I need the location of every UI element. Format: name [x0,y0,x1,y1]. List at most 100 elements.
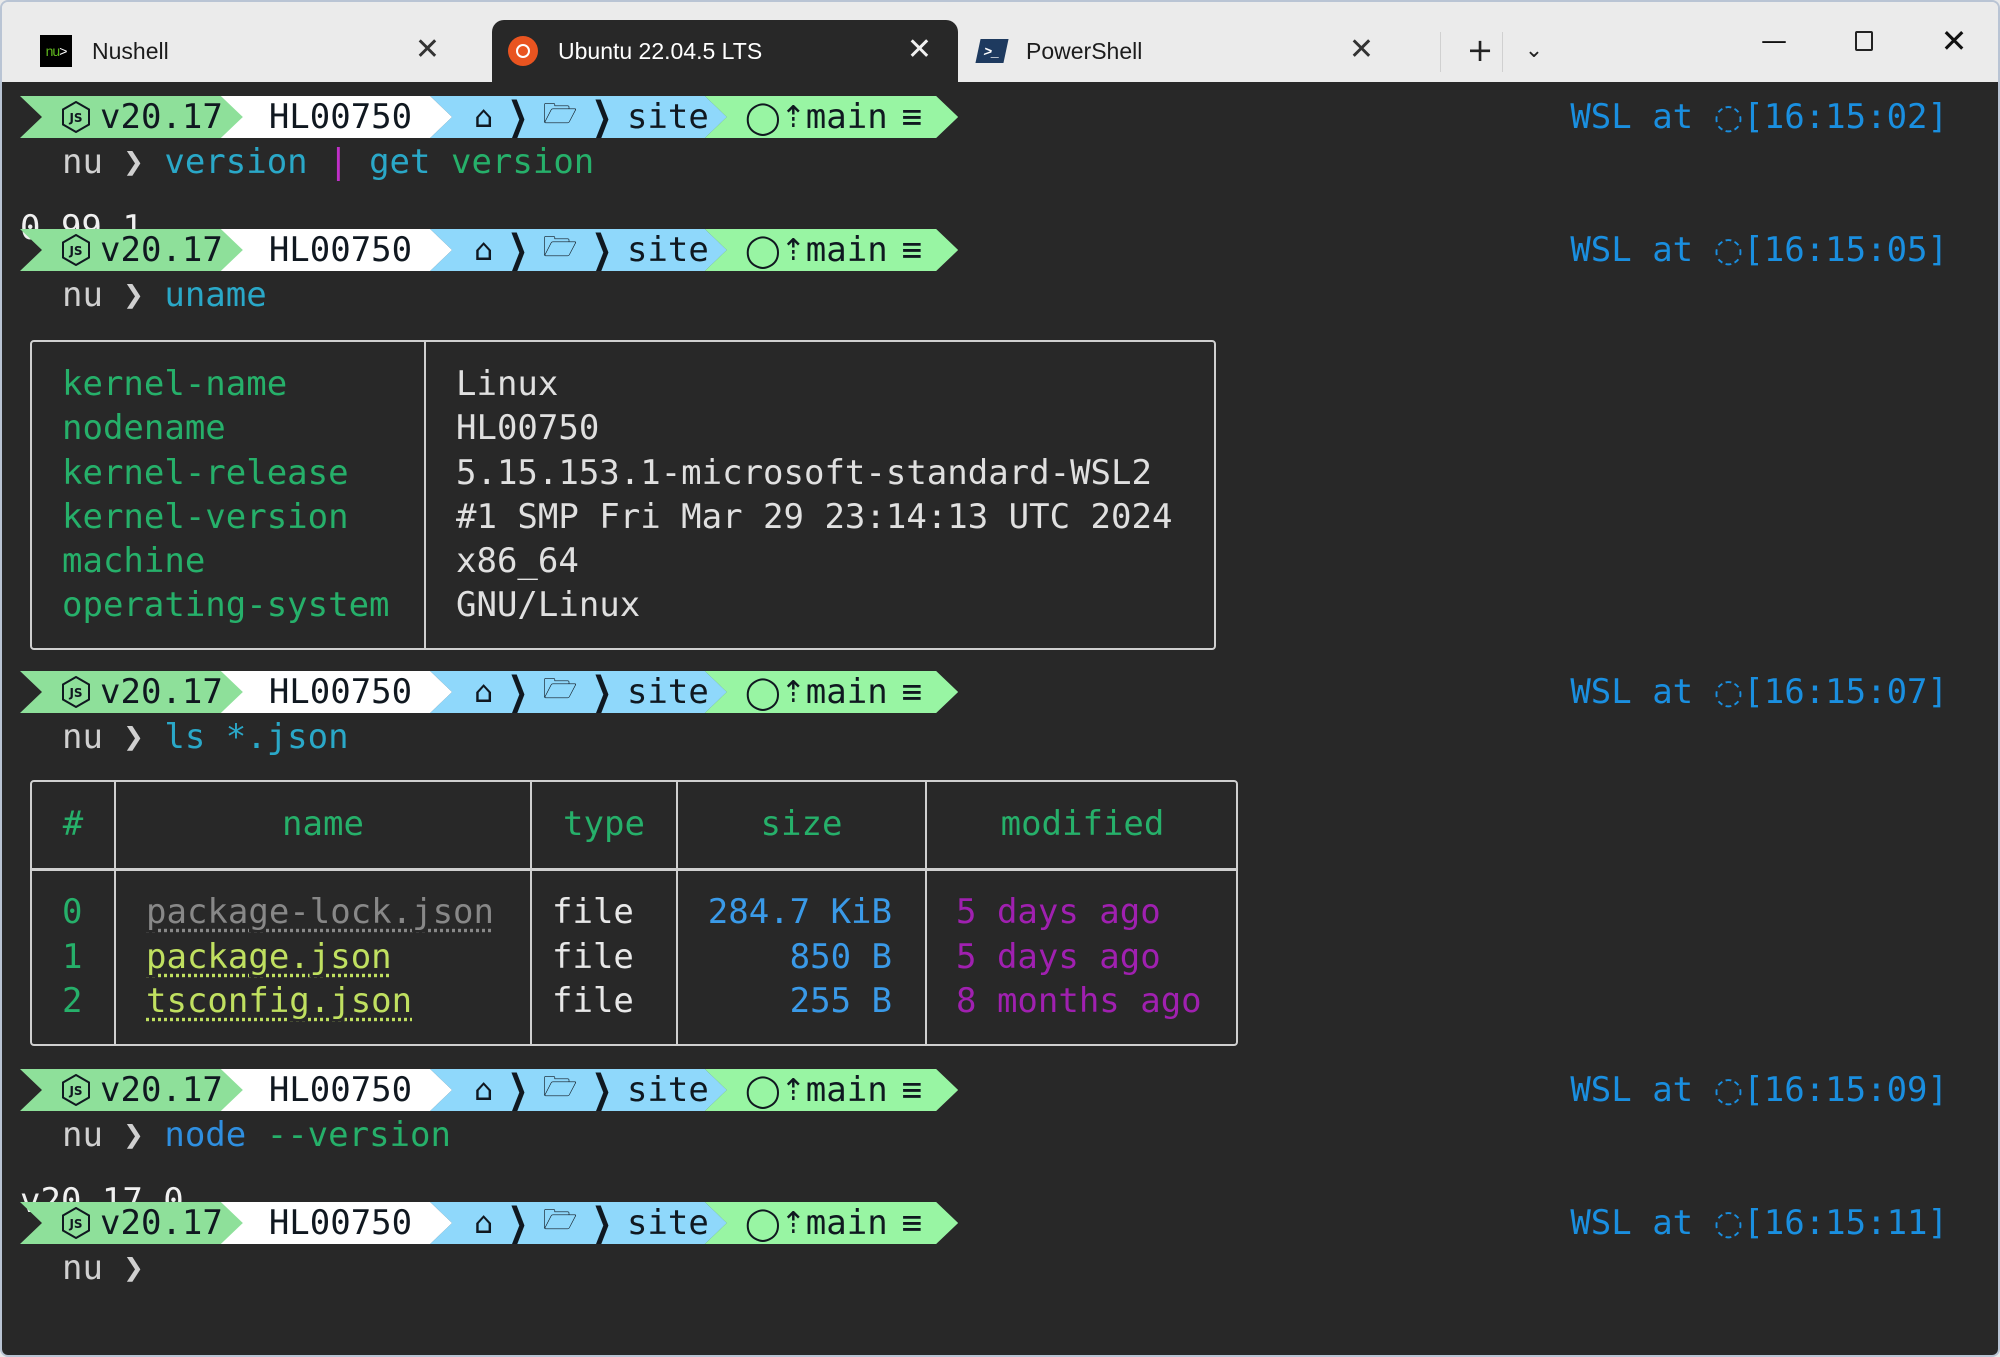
wsl-label: WSL at [1570,230,1714,270]
timestamp: [16:15:05] [1743,230,1948,270]
file-size: 284.7 KiB [707,892,892,932]
tab-dropdown-button[interactable]: ⌄ [1510,26,1558,74]
svg-text:JS: JS [68,1217,82,1231]
hostname: HL00750 [268,1203,413,1243]
wsl-label: WSL at [1570,1070,1714,1110]
nodejs-icon: JS [62,1074,90,1106]
tab-close-icon[interactable]: ✕ [1349,32,1374,67]
maximize-button[interactable] [1834,16,1894,66]
folder-icon: 🗁 [542,1203,578,1236]
current-dir: site [626,97,709,137]
git-status-icon: ≡ [901,1203,923,1243]
home-icon: ⌂ [474,232,494,268]
file-type: file [552,892,634,932]
host-segment: HL00750 [221,1202,452,1244]
prompt-segments: JS v20.17 HL00750 ⌂ ❯ 🗁 ❯ site ◯ ⇡ main ≡ [20,96,958,138]
node-version: v20.17 [100,1070,223,1110]
timestamp: [16:15:07] [1743,672,1948,712]
git-branch: main [805,672,888,712]
ubuntu-logo-icon: ◌ [1713,230,1744,270]
command-line[interactable]: nu ❯ [62,1246,164,1290]
git-branch: main [805,1203,888,1243]
uname-value: HL00750 [456,408,600,449]
right-status: WSL at ◌[16:15:11] [1570,1201,1948,1245]
terminal-output[interactable]: kernel-name nodename kernel-release kernel-… [2,82,1998,1355]
minimize-button[interactable]: — [1744,16,1804,66]
nodejs-icon: JS [62,101,90,133]
tab-ubuntu[interactable]: Ubuntu 22.04.5 LTS ✕ [492,20,958,82]
tab-divider [1502,32,1503,72]
tab-bar: nu > Nushell ✕ Ubuntu 22.04.5 LTS ✕ >_ Po… [2,2,1998,82]
node-version-segment: JS v20.17 [20,1069,243,1111]
uname-key: kernel-name [62,364,288,404]
git-segment: ◯ ⇡ main ≡ [705,671,958,713]
node-version: v20.17 [100,672,223,712]
uname-keys: kernel-name nodename kernel-release kernel-… [62,362,390,628]
path-segment: ⌂ ❯ 🗁 ❯ site [430,96,727,138]
row-index: 2 [62,981,83,1021]
path-separator-icon: ❯ [592,227,613,273]
path-separator-icon: ❯ [507,1067,528,1113]
path-separator-icon: ❯ [592,1067,613,1113]
path-separator-icon: ❯ [507,669,528,715]
tab-close-icon[interactable]: ✕ [415,32,440,67]
uname-key: kernel-version [62,496,349,537]
git-segment: ◯ ⇡ main ≡ [705,96,958,138]
file-type: file [552,981,634,1021]
prompt-segments: JS v20.17 HL00750 ⌂ ❯ 🗁 ❯ site ◯ ⇡ main ≡ [20,229,958,271]
terminal-window: nu > Nushell ✕ Ubuntu 22.04.5 LTS ✕ >_ Po… [0,0,2000,1357]
maximize-icon [1855,31,1873,51]
git-status-icon: ≡ [901,1070,923,1110]
git-branch: main [805,230,888,270]
git-segment: ◯ ⇡ main ≡ [705,1202,958,1244]
node-version-segment: JS v20.17 [20,1202,243,1244]
wsl-label: WSL at [1570,97,1714,137]
command-token: | [307,142,370,182]
folder-icon: 🗁 [542,97,578,130]
current-dir: site [626,1070,709,1110]
ls-table: # name type size modified 0 package-lock.… [30,780,1238,1046]
home-icon: ⌂ [474,99,494,135]
ubuntu-logo-icon: ◌ [1713,672,1744,712]
node-version-segment: JS v20.17 [20,96,243,138]
file-name[interactable]: package-lock.json [146,890,494,934]
tab-close-icon[interactable]: ✕ [907,32,932,67]
tab-nushell[interactable]: nu > Nushell ✕ [26,20,466,82]
tab-label: Nushell [92,37,169,64]
uname-table: kernel-name nodename kernel-release kernel-… [30,340,1216,650]
branch-icon: ⇡ [780,1205,806,1241]
prompt-segments: JS v20.17 HL00750 ⌂ ❯ 🗁 ❯ site ◯ ⇡ main ≡ [20,1069,958,1111]
current-dir: site [626,1203,709,1243]
command-token: version [430,142,595,182]
nu-prompt: nu ❯ [62,717,165,757]
folder-icon: 🗁 [542,1070,578,1103]
new-tab-button[interactable]: + [1452,26,1508,74]
github-icon: ◯ [744,98,781,136]
prompt-segments: JS v20.17 HL00750 ⌂ ❯ 🗁 ❯ site ◯ ⇡ main ≡ [20,1202,958,1244]
uname-key: kernel-release [62,452,349,493]
tab-powershell[interactable]: >_ PowerShell ✕ [960,20,1400,82]
home-icon: ⌂ [474,674,494,710]
nodejs-icon: JS [62,1207,90,1239]
wsl-label: WSL at [1570,672,1714,712]
host-segment: HL00750 [221,96,452,138]
svg-text:JS: JS [68,1084,82,1098]
file-size: 255 B [789,981,892,1021]
path-separator-icon: ❯ [592,669,613,715]
hostname: HL00750 [268,672,413,712]
file-type: file [552,936,634,977]
close-window-button[interactable]: ✕ [1924,16,1984,66]
file-modified: 5 days ago [956,892,1161,932]
uname-key: operating-system [62,585,390,626]
current-dir: site [626,230,709,270]
path-separator-icon: ❯ [507,1200,528,1246]
path-segment: ⌂ ❯ 🗁 ❯ site [430,229,727,271]
nushell-icon: nu > [40,35,72,67]
header-name: name [282,804,364,844]
header-index: # [62,804,84,844]
path-separator-icon: ❯ [592,94,613,140]
file-name[interactable]: tsconfig.json [146,979,412,1023]
row-index: 0 [62,892,83,932]
nu-prompt: nu ❯ [62,275,165,315]
file-name[interactable]: package.json [146,935,392,979]
